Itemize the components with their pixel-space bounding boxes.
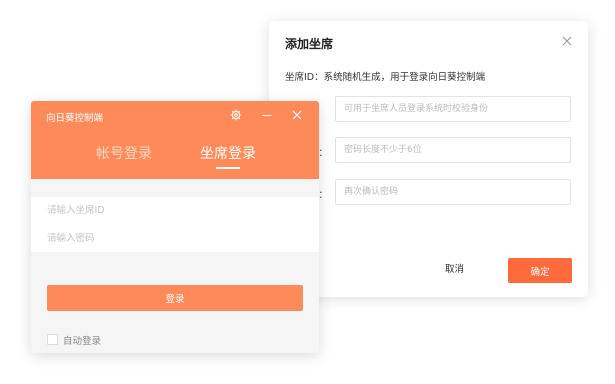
auto-login-checkbox[interactable] bbox=[47, 334, 58, 345]
password-input[interactable] bbox=[31, 225, 319, 252]
app-title: 向日葵控制端 bbox=[46, 113, 104, 124]
tab-seat-login[interactable]: 坐席登录 bbox=[200, 143, 256, 163]
seat-id-input[interactable] bbox=[31, 197, 319, 224]
minimize-icon[interactable] bbox=[261, 109, 273, 121]
auto-login-label: 自动登录 bbox=[63, 336, 102, 347]
gear-icon[interactable] bbox=[230, 109, 242, 121]
password-field[interactable] bbox=[335, 137, 571, 163]
seat-id-description: 坐席ID：系统随机生成，用于登录向日葵控制端 bbox=[285, 72, 486, 83]
identity-field[interactable] bbox=[335, 96, 571, 122]
close-icon[interactable] bbox=[291, 109, 303, 121]
ok-button[interactable]: 确定 bbox=[508, 258, 572, 283]
cancel-button[interactable]: 取消 bbox=[445, 261, 464, 275]
login-header: 向日葵控制端 帐号登录 坐席登录 bbox=[31, 101, 319, 179]
tab-account-login[interactable]: 帐号登录 bbox=[96, 143, 152, 163]
dialog-title: 添加坐席 bbox=[285, 37, 334, 51]
confirm-password-field[interactable] bbox=[335, 179, 571, 205]
close-icon[interactable] bbox=[560, 34, 574, 48]
active-tab-indicator bbox=[216, 167, 240, 169]
login-fields bbox=[31, 197, 319, 252]
login-window: 向日葵控制端 帐号登录 坐席登录 登录 自动登录 bbox=[31, 101, 319, 353]
login-button[interactable]: 登录 bbox=[47, 285, 303, 311]
